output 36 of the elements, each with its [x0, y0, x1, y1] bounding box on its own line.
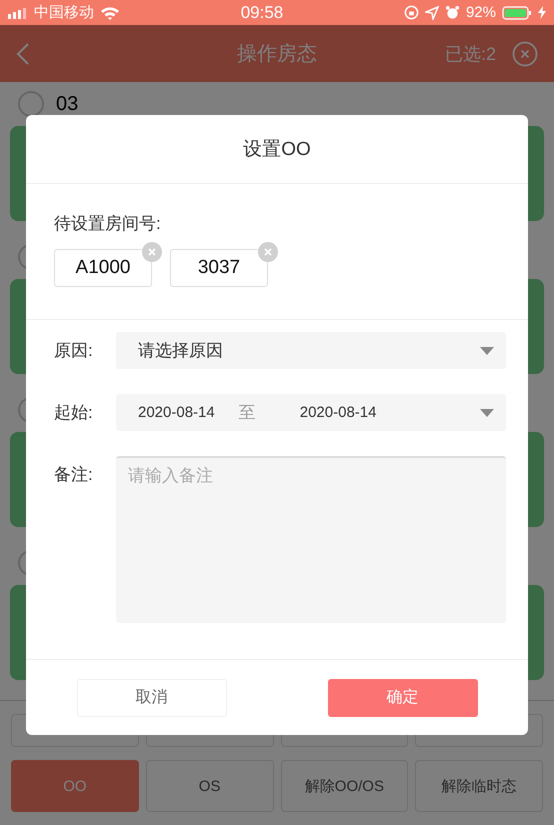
- remove-icon[interactable]: [142, 242, 162, 262]
- alarm-icon: [444, 5, 460, 20]
- page-title: 操作房态: [236, 42, 318, 67]
- status-button[interactable]: OS: [146, 760, 274, 812]
- dialog-title: 设置OO: [26, 115, 528, 184]
- note-label: 备注:: [54, 464, 94, 486]
- remove-icon[interactable]: [258, 242, 278, 262]
- caret-icon[interactable]: [480, 408, 494, 416]
- battery-percent: 92%: [466, 4, 496, 21]
- carrier-name: 中国移动: [34, 3, 94, 22]
- period-label: 起始:: [54, 402, 94, 424]
- note-field[interactable]: 请输入备注: [116, 456, 506, 623]
- reason-label: 原因:: [54, 340, 94, 362]
- clock-time: 09:58: [240, 2, 284, 22]
- rooms-label: 待设置房间号:: [54, 213, 162, 235]
- status-button[interactable]: 解除OO/OS: [280, 760, 408, 812]
- signal-icon: [8, 6, 28, 18]
- selected-count: 已选:2: [444, 42, 496, 66]
- charging-icon: [538, 6, 546, 19]
- close-icon[interactable]: [512, 40, 538, 66]
- confirm-button[interactable]: 确定: [328, 678, 478, 716]
- range-separator: 至: [238, 402, 256, 424]
- rotation-lock-icon: [404, 5, 419, 20]
- caret-icon[interactable]: [480, 346, 494, 354]
- status-button[interactable]: 解除临时态: [415, 760, 543, 812]
- wifi-icon: [100, 6, 120, 20]
- location-icon: [424, 6, 439, 20]
- status-button[interactable]: OO: [11, 760, 139, 812]
- group-title: 03: [56, 92, 78, 116]
- cancel-button[interactable]: 取消: [76, 678, 226, 716]
- start-date[interactable]: 2020-08-14: [138, 404, 215, 421]
- reason-select[interactable]: 请选择原因: [116, 332, 506, 369]
- group-checkbox[interactable]: [18, 91, 44, 117]
- end-date[interactable]: 2020-08-14: [300, 404, 376, 421]
- battery-icon: [502, 6, 532, 20]
- back-icon[interactable]: [16, 42, 30, 66]
